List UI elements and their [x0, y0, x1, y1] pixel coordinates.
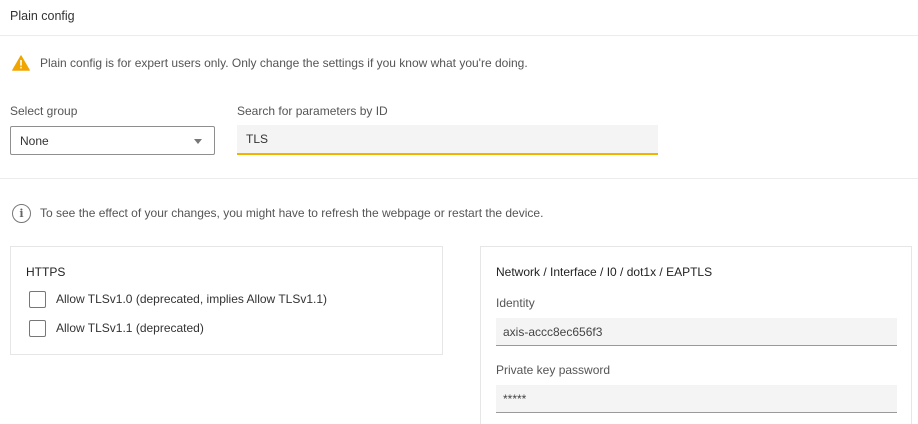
search-label: Search for parameters by ID [237, 104, 388, 118]
warning-icon [12, 55, 30, 71]
identity-field[interactable] [496, 318, 897, 346]
header-divider [0, 35, 918, 36]
info-icon: i [12, 203, 31, 223]
search-input[interactable] [237, 125, 658, 155]
private-key-password-field[interactable] [496, 385, 897, 413]
tls10-label[interactable]: Allow TLSv1.0 (deprecated, implies Allow… [56, 292, 327, 306]
select-group-label: Select group [10, 104, 78, 118]
section-divider [0, 178, 918, 179]
select-group-value: None [20, 133, 49, 148]
warning-banner: Plain config is for expert users only. O… [12, 54, 528, 72]
page-title: Plain config [10, 9, 75, 23]
warning-text: Plain config is for expert users only. O… [40, 56, 528, 70]
tls11-checkbox[interactable] [29, 319, 46, 337]
select-group-dropdown[interactable]: None [10, 126, 215, 155]
identity-label: Identity [496, 296, 535, 310]
private-key-password-label: Private key password [496, 363, 611, 377]
https-card-title: HTTPS [26, 265, 66, 279]
tls10-option[interactable]: Allow TLSv1.0 (deprecated, implies Allow… [29, 290, 327, 308]
chevron-down-icon [194, 139, 202, 144]
info-banner: i To see the effect of your changes, you… [12, 203, 543, 223]
network-card-title: Network / Interface / I0 / dot1x / EAPTL… [496, 265, 713, 279]
tls10-checkbox[interactable] [29, 290, 46, 308]
network-card: Network / Interface / I0 / dot1x / EAPTL… [480, 246, 912, 424]
https-card: HTTPS Allow TLSv1.0 (deprecated, implies… [10, 246, 443, 355]
tls11-option[interactable]: Allow TLSv1.1 (deprecated) [29, 319, 204, 337]
tls11-label[interactable]: Allow TLSv1.1 (deprecated) [56, 321, 204, 335]
info-text: To see the effect of your changes, you m… [40, 206, 544, 220]
plain-config-page: Plain config Plain config is for expert … [0, 0, 918, 424]
